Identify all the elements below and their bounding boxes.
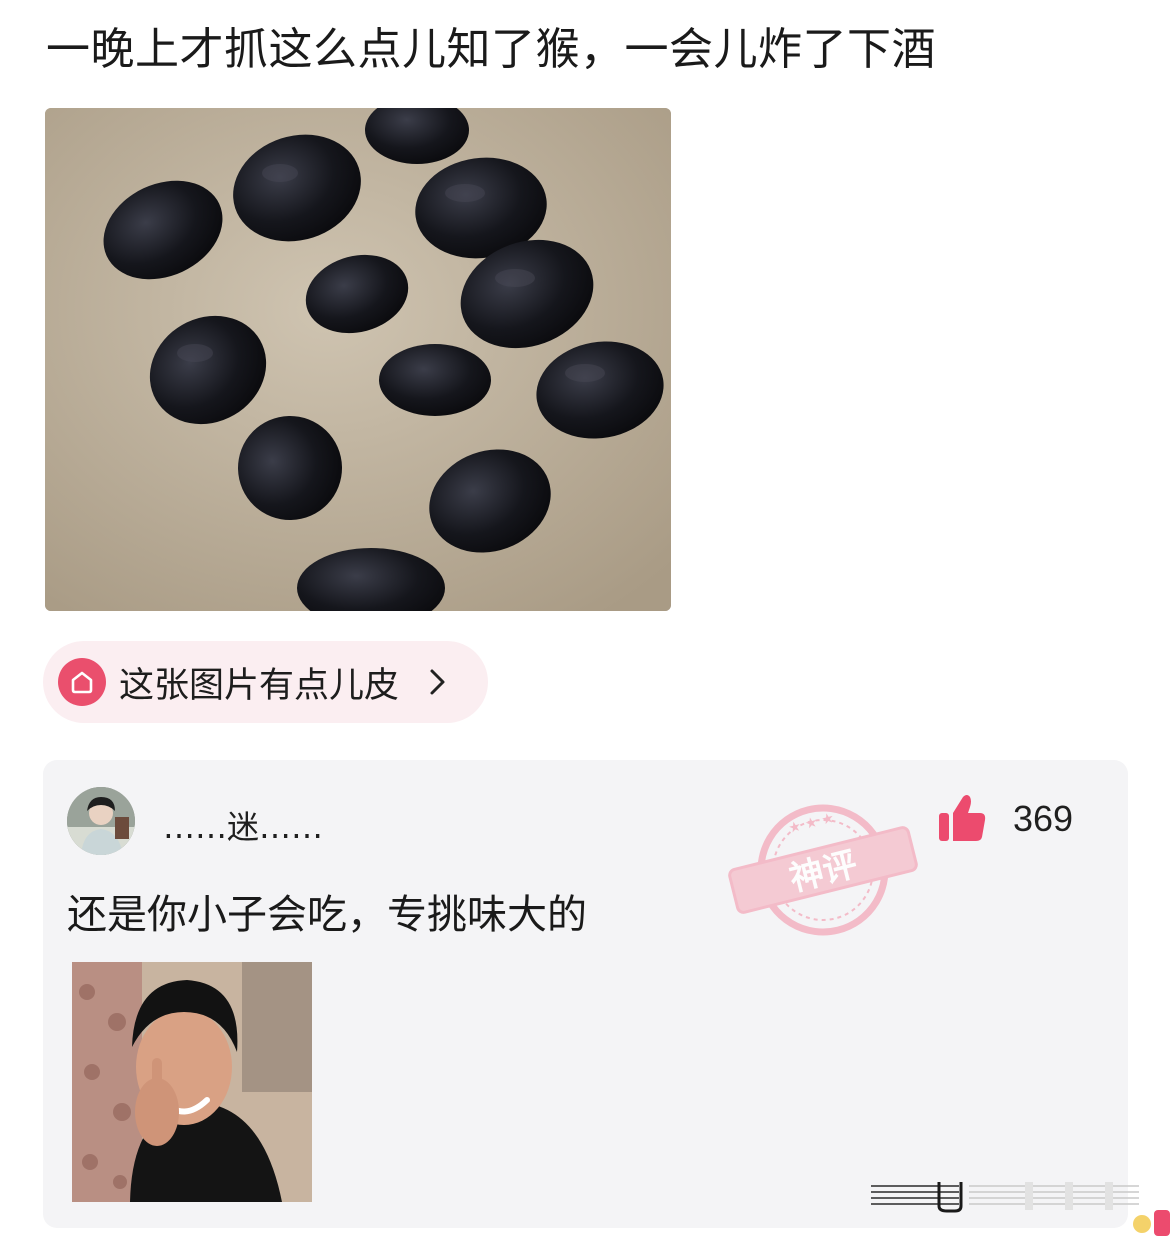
topic-tag-label: 这张图片有点儿皮 <box>119 665 400 706</box>
watermark-artifact <box>871 1182 1139 1213</box>
thumbs-up-icon <box>939 795 986 841</box>
god-comment-stamp-icon: 神评 ★ ★ ★ <box>728 804 918 936</box>
corner-badge-icon <box>1133 1210 1170 1236</box>
hot-comment-card: ……迷…… 神评 ★ ★ ★ 369 还是你小子会吃，专挑味大的 <box>43 760 1139 1228</box>
comment-meme-image[interactable] <box>72 962 312 1202</box>
topic-tag-button[interactable]: 这张图片有点儿皮 <box>43 641 488 723</box>
topic-home-icon <box>58 658 106 706</box>
post-title: 一晚上才抓这么点儿知了猴，一会儿炸了下酒 <box>46 24 936 75</box>
avatar[interactable] <box>67 787 135 855</box>
like-button[interactable]: 369 <box>937 793 1073 845</box>
like-count: 369 <box>1013 798 1074 839</box>
post-image-beetles[interactable] <box>45 108 671 611</box>
chevron-right-icon <box>429 667 447 697</box>
comment-text: 还是你小子会吃，专挑味大的 <box>67 892 587 938</box>
comment-username[interactable]: ……迷…… <box>163 802 323 848</box>
